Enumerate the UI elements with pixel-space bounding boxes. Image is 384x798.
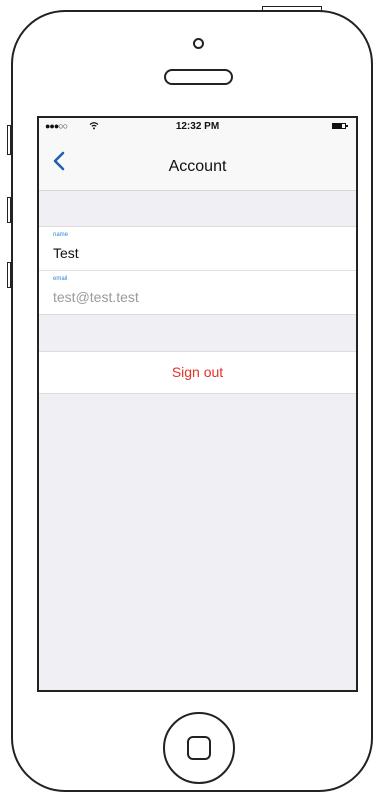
actions-group: Sign out (39, 351, 356, 394)
name-field-value[interactable]: Test (53, 245, 79, 261)
phone-mockup: ●●●○○ 12:32 PM Account name Test email t… (0, 0, 384, 798)
home-button[interactable] (163, 712, 235, 784)
name-field[interactable]: name Test (39, 227, 356, 270)
email-field-value[interactable]: test@test.test (53, 289, 139, 305)
email-field-label: email (53, 276, 68, 282)
battery-icon (332, 123, 348, 129)
sign-out-button[interactable]: Sign out (39, 352, 356, 393)
profile-fields-group: name Test email test@test.test (39, 226, 356, 315)
home-square-icon (187, 736, 211, 760)
phone-screen: ●●●○○ 12:32 PM Account name Test email t… (37, 116, 358, 692)
speaker-grille (164, 69, 233, 85)
page-title: Account (168, 158, 227, 175)
sign-out-label: Sign out (171, 364, 224, 380)
name-field-label: name (53, 232, 69, 238)
status-time: 12:32 PM (175, 121, 220, 132)
email-field[interactable]: email test@test.test (39, 270, 356, 314)
status-bar: ●●●○○ 12:32 PM (39, 118, 356, 136)
camera-icon (193, 38, 204, 49)
navigation-bar: Account (39, 136, 356, 191)
